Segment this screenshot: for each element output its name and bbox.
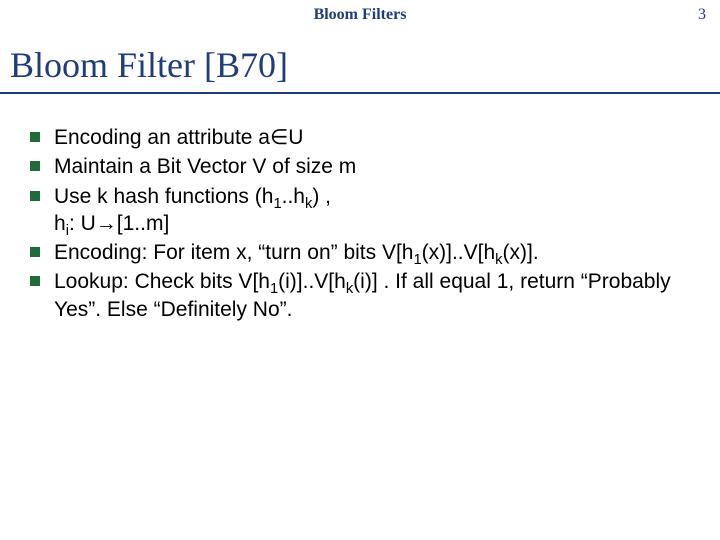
slide-title: Bloom Filter [B70] bbox=[10, 44, 720, 86]
title-rule bbox=[0, 92, 720, 94]
bullet-text: Maintain a Bit Vector V of size m bbox=[54, 153, 356, 180]
list-item: Use k hash functions (h1..hk) ,hi: U→[1.… bbox=[30, 183, 690, 238]
bullet-icon bbox=[30, 191, 40, 201]
page-number: 3 bbox=[698, 6, 706, 24]
header-title: Bloom Filters bbox=[0, 6, 720, 24]
list-item: Encoding: For item x, “turn on” bits V[h… bbox=[30, 239, 690, 266]
list-item: Lookup: Check bits V[h1(i)]..V[hk(i)] . … bbox=[30, 268, 690, 323]
bullet-text: Encoding: For item x, “turn on” bits V[h… bbox=[54, 239, 539, 266]
slide-body: Encoding an attribute a∈U Maintain a Bit… bbox=[0, 124, 720, 323]
bullet-icon bbox=[30, 161, 40, 171]
list-item: Maintain a Bit Vector V of size m bbox=[30, 153, 690, 180]
list-item: Encoding an attribute a∈U bbox=[30, 124, 690, 151]
bullet-icon bbox=[30, 247, 40, 257]
slide-header: Bloom Filters 3 bbox=[0, 0, 720, 34]
bullet-text: Encoding an attribute a∈U bbox=[54, 124, 303, 151]
bullet-icon bbox=[30, 276, 40, 286]
bullet-text: Lookup: Check bits V[h1(i)]..V[hk(i)] . … bbox=[54, 268, 690, 323]
bullet-text: Use k hash functions (h1..hk) ,hi: U→[1.… bbox=[54, 183, 331, 238]
bullet-icon bbox=[30, 132, 40, 142]
